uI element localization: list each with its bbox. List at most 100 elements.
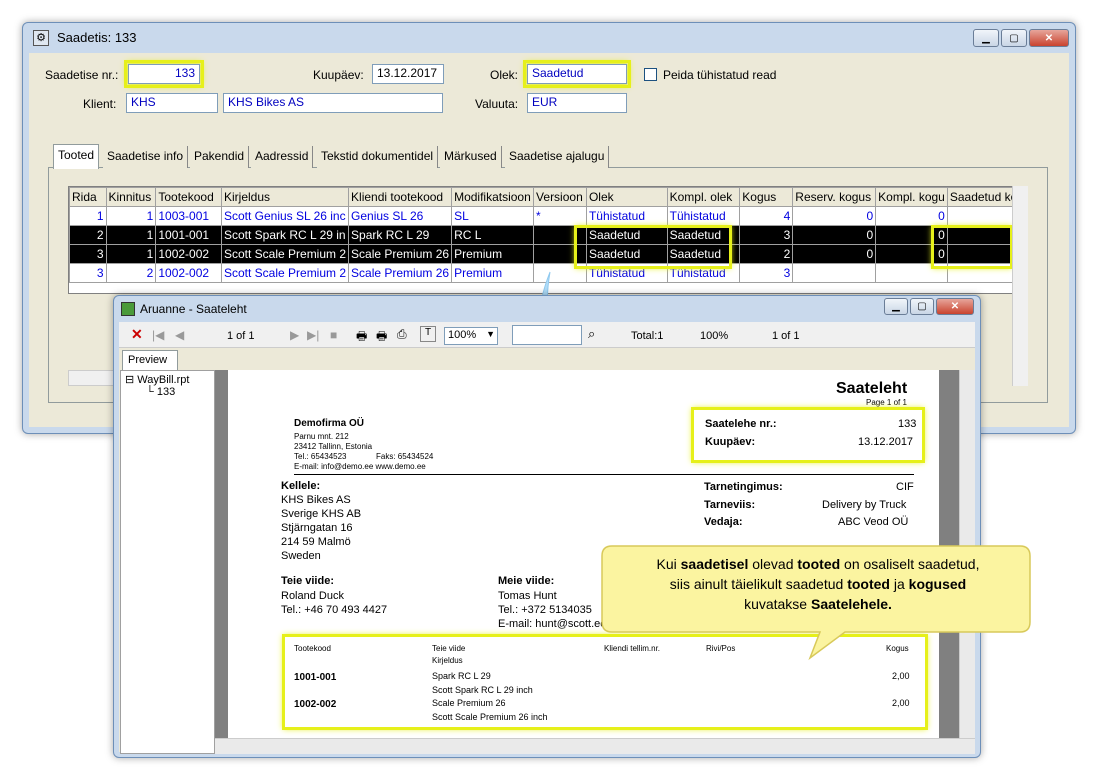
col-header[interactable]: Modifikatsioon <box>451 187 535 207</box>
cell: 1002-002 <box>155 244 222 264</box>
tab-tekstid[interactable]: Tekstid dokumentidel <box>317 146 439 168</box>
callout-bold: tooted <box>797 556 841 572</box>
cell: 1 <box>105 244 157 264</box>
binoculars-icon[interactable]: ⌕ <box>588 326 595 342</box>
tree-root-item[interactable]: ⊟ WayBill.rpt <box>125 373 189 386</box>
page-of-label: 1 of 1 <box>772 330 800 342</box>
group-tree-panel <box>120 370 215 754</box>
kuupaev-label: Kuupäev: <box>313 68 364 82</box>
first-page-icon[interactable]: |◀ <box>152 328 164 342</box>
cell: 1 <box>69 206 107 226</box>
klient-name-field[interactable]: KHS Bikes AS <box>223 93 443 113</box>
prev-page-icon[interactable]: ◀ <box>175 328 184 342</box>
cell: 2 <box>739 244 794 264</box>
report-titlebar[interactable]: Aruanne - Saateleht <box>114 296 980 322</box>
col-header[interactable]: Kompl. olek <box>666 187 741 207</box>
tab-saadetise-info[interactable]: Saadetise info <box>103 146 189 168</box>
tab-aadressid[interactable]: Aadressid <box>251 146 314 168</box>
callout-text-part: Kui <box>656 556 681 572</box>
valuuta-field[interactable]: EUR <box>527 93 627 113</box>
meie-viide-label: Meie viide: <box>498 575 555 587</box>
col-header[interactable]: Kliendi tootekood <box>348 187 453 207</box>
main-window-titlebar[interactable]: ⚙ Saadetis: 133 <box>23 23 1075 53</box>
search-text-input[interactable] <box>512 325 582 345</box>
olek-field[interactable]: Saadetud <box>523 60 631 88</box>
callout-bold: Saatelehele. <box>811 596 892 612</box>
report-close-button[interactable]: ✕ <box>936 298 974 315</box>
table-row[interactable]: 3 1 1002-002 Scott Scale Premium 2 Scale… <box>69 244 1027 264</box>
cell: Scott Genius SL 26 inc <box>220 206 350 226</box>
klient-label: Klient: <box>83 97 117 111</box>
tab-markused[interactable]: Märkused <box>440 146 502 168</box>
cell: 1 <box>105 225 157 245</box>
cell: Scott Scale Premium 2 <box>220 263 350 283</box>
report-maximize-button[interactable]: ▢ <box>910 298 934 315</box>
meie-viide-tel: Tel.: +372 5134035 <box>498 604 592 616</box>
preview-tab[interactable]: Preview <box>122 350 178 370</box>
tree-child-item[interactable]: └ 133 <box>146 386 175 398</box>
table-row[interactable]: 1 1 1003-001 Scott Genius SL 26 inc Geni… <box>69 206 1027 226</box>
close-button[interactable]: ✕ <box>1029 29 1069 47</box>
export-icon[interactable]: ⎙ <box>397 327 407 342</box>
group-tree-icon[interactable]: T <box>420 326 436 342</box>
callout-text-part: ja <box>889 576 909 592</box>
col-header[interactable]: Olek <box>585 187 668 207</box>
table-row[interactable]: 2 1 1001-001 Scott Spark RC L 29 in Spar… <box>69 225 1027 245</box>
col-header[interactable]: Versioon <box>533 187 587 207</box>
minimize-button[interactable]: ▁ <box>973 29 999 47</box>
cell: 1002-002 <box>155 263 222 283</box>
cell: 3 <box>69 263 107 283</box>
print-icon[interactable]: 🖶 <box>356 327 367 348</box>
callout-text-part: siis ainult täielikult saadetud <box>669 576 848 592</box>
report-minimize-button[interactable]: ▁ <box>884 298 908 315</box>
tarneviis-label: Tarneviis: <box>704 499 756 511</box>
kuupaev-field[interactable]: 13.12.2017 <box>372 64 444 84</box>
tab-pakendid[interactable]: Pakendid <box>190 146 250 168</box>
callout-text-part: olevad <box>748 556 798 572</box>
doc-nr-value: 133 <box>898 418 917 430</box>
vedaja-value: ABC Veod OÜ <box>838 516 909 528</box>
cell: Premium <box>451 244 535 264</box>
close-report-icon[interactable]: ✕ <box>131 326 143 343</box>
item-code: 1002-002 <box>294 699 337 710</box>
maximize-button[interactable]: ▢ <box>1001 29 1027 47</box>
doc-date-label: Kuupäev: <box>705 436 756 448</box>
item-name: Spark RC L 29 <box>432 671 491 681</box>
col-header[interactable]: Tootekood <box>155 187 222 207</box>
col-header[interactable]: Rida <box>69 187 107 207</box>
klient-code-field[interactable]: KHS <box>126 93 218 113</box>
next-page-icon[interactable]: ▶ <box>290 328 299 342</box>
col-kirjeldus: Kirjeldus <box>432 656 463 665</box>
print-setup-icon[interactable]: 🖶 <box>376 327 387 348</box>
col-header[interactable]: Kirjeldus <box>220 187 350 207</box>
app-icon: ⚙ <box>33 30 49 46</box>
cell: Tühistatud <box>666 263 741 283</box>
peida-label: Peida tühistatud read <box>663 68 777 82</box>
cell: RC L <box>451 225 535 245</box>
recipient-line1: KHS Bikes AS <box>281 494 351 506</box>
grid-vscroll[interactable] <box>1012 186 1028 386</box>
report-hscroll[interactable] <box>215 738 975 754</box>
saadetise-nr-field[interactable]: 133 <box>124 60 204 88</box>
col-header[interactable]: Kompl. kogu <box>875 187 948 207</box>
cell: Genius SL 26 <box>348 206 453 226</box>
peida-checkbox[interactable] <box>644 68 657 81</box>
tab-saadetise-ajalugu[interactable]: Saadetise ajalugu <box>505 146 610 168</box>
stop-icon[interactable]: ■ <box>330 328 337 342</box>
company-phone: Tel.: 65434523 <box>294 452 347 461</box>
callout-text-part: on osaliselt saadetud, <box>840 556 980 572</box>
last-page-icon[interactable]: ▶| <box>307 328 319 342</box>
tarnetingimus-value: CIF <box>896 481 914 493</box>
company-addr1: Parnu mnt. 212 <box>294 432 349 441</box>
cell: 0 <box>875 206 948 226</box>
zoom-select[interactable]: 100% ▼ <box>444 327 498 345</box>
cell: 3 <box>739 263 794 283</box>
tab-tooted[interactable]: Tooted <box>53 144 100 169</box>
grid-header-row: Rida Kinnitus Tootekood Kirjeldus Kliend… <box>69 187 1027 207</box>
col-header[interactable]: Kogus <box>739 187 794 207</box>
col-header[interactable]: Kinnitus <box>105 187 157 207</box>
col-header[interactable]: Reserv. kogus <box>792 187 877 207</box>
cell: Scott Spark RC L 29 in <box>220 225 350 245</box>
grid-hscroll[interactable] <box>68 370 118 386</box>
cell: 0 <box>792 244 877 264</box>
